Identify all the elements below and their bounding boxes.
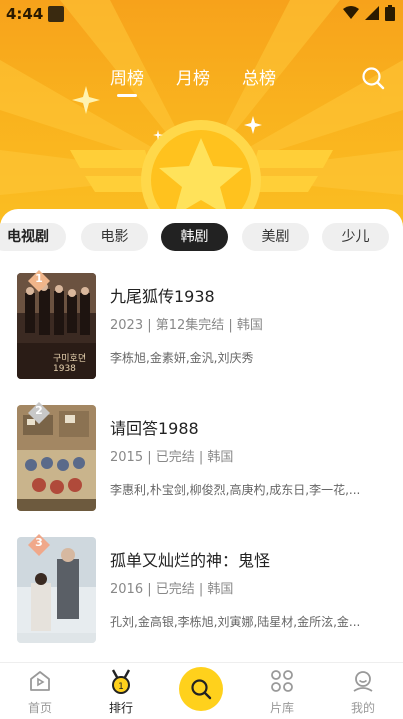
status-bar: 4:44 (0, 0, 403, 30)
home-icon (30, 671, 50, 691)
nav-home-label: 首页 (27, 701, 52, 715)
category-american[interactable]: 美剧 (242, 223, 309, 251)
item-meta: 2015 | 已完结 | 韩国 (110, 450, 234, 465)
signal-icon (365, 6, 379, 20)
item-title: 请回答1988 (110, 419, 199, 438)
nav-library-label: 片库 (269, 701, 294, 715)
list-item[interactable]: 구미호뎐 1938 1 九尾狐传1938 2023 | 第12集完结 | 韩国 … (0, 270, 403, 383)
search-icon[interactable] (361, 66, 385, 90)
grid-icon (271, 670, 293, 692)
item-title: 九尾狐传1938 (110, 287, 215, 306)
nav-home[interactable]: 首页 (10, 663, 70, 719)
category-tabs: 电视剧 电影 韩剧 美剧 少儿 (0, 223, 403, 253)
item-cast: 李栋旭,金素妍,金汎,刘庆秀 (110, 351, 254, 365)
nav-ranking-label: 排行 (108, 701, 133, 715)
ranking-period-tabs: 周榜 月榜 总榜 (110, 64, 276, 97)
list-item[interactable]: 3 孤单又灿烂的神：鬼怪 2016 | 已完结 | 韩国 孔刘,金高银,李栋旭,… (0, 534, 403, 647)
svg-text:1: 1 (118, 682, 124, 692)
nav-mine[interactable]: 我的 (333, 663, 393, 719)
nav-mine-label: 我的 (350, 701, 375, 715)
category-movie[interactable]: 电影 (81, 223, 148, 251)
tab-weekly[interactable]: 周榜 (110, 64, 144, 97)
status-time: 4:44 (6, 5, 44, 23)
category-korean[interactable]: 韩剧 (161, 223, 228, 251)
notification-icon (48, 6, 64, 22)
category-tv[interactable]: 电视剧 (0, 223, 66, 251)
item-meta: 2016 | 已完结 | 韩国 (110, 582, 234, 597)
search-icon (191, 679, 212, 700)
nav-ranking[interactable]: 1 排行 (91, 663, 151, 719)
wifi-icon (343, 6, 359, 19)
item-cast: 李惠利,朴宝剑,柳俊烈,高庚杓,成东日,李一花,... (110, 483, 361, 497)
nav-library[interactable]: 片库 (252, 663, 312, 719)
trophy-illustration (0, 0, 403, 240)
search-button[interactable] (179, 667, 223, 711)
rank-badge: 2 (27, 401, 51, 425)
rank-badge: 1 (27, 269, 51, 293)
battery-icon (385, 5, 395, 21)
profile-icon (353, 671, 373, 692)
bottom-nav: 首页 1 排行 片库 我的 (0, 662, 403, 719)
item-title: 孤单又灿烂的神：鬼怪 (110, 551, 271, 570)
tab-total[interactable]: 总榜 (242, 64, 276, 89)
hero-banner (0, 0, 403, 240)
poster-title-text: 구미호뎐 1938 (53, 354, 87, 374)
ranking-card: 电视剧 电影 韩剧 美剧 少儿 구미호뎐 1938 1 九尾狐传1938 202… (0, 209, 403, 669)
tab-monthly[interactable]: 月榜 (176, 64, 210, 89)
rank-badge: 3 (27, 533, 51, 557)
item-cast: 孔刘,金高银,李栋旭,刘寅娜,陆星材,金所泫,金... (110, 615, 361, 629)
list-item[interactable]: 2 请回答1988 2015 | 已完结 | 韩国 李惠利,朴宝剑,柳俊烈,高庚… (0, 402, 403, 515)
item-meta: 2023 | 第12集完结 | 韩国 (110, 318, 263, 333)
category-kids[interactable]: 少儿 (322, 223, 389, 251)
medal-icon: 1 (111, 669, 131, 694)
